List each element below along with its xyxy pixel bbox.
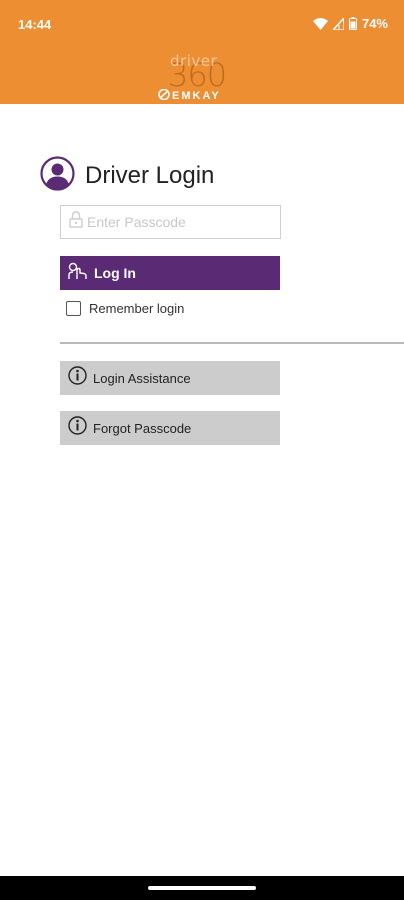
login-title-row: Driver Login bbox=[40, 156, 214, 196]
passcode-field[interactable] bbox=[60, 205, 281, 239]
remember-login-checkbox[interactable] bbox=[66, 301, 81, 316]
logo-driver: driver bbox=[170, 52, 218, 70]
battery-percent: 74% bbox=[361, 16, 388, 31]
status-time: 14:44 bbox=[18, 17, 52, 32]
driver360-logo: 360 driver EMKAY bbox=[150, 52, 254, 104]
remember-login-row[interactable]: Remember login bbox=[66, 301, 184, 316]
touch-login-icon bbox=[60, 262, 88, 285]
wifi-icon bbox=[312, 17, 328, 30]
page-title: Driver Login bbox=[85, 162, 215, 189]
lock-icon bbox=[61, 211, 83, 233]
login-button-label: Log In bbox=[94, 265, 136, 281]
battery-icon bbox=[348, 17, 357, 30]
logo-emkay-text: EMKAY bbox=[172, 90, 221, 102]
login-assistance-label: Login Assistance bbox=[93, 370, 191, 386]
status-icons: 74% bbox=[312, 16, 388, 31]
status-bar: 14:44 74% bbox=[0, 0, 404, 48]
info-icon bbox=[60, 416, 87, 440]
logo-emkay: EMKAY bbox=[158, 88, 221, 103]
info-icon bbox=[60, 366, 87, 390]
forgot-passcode-button[interactable]: Forgot Passcode bbox=[60, 411, 280, 445]
passcode-input[interactable] bbox=[87, 214, 267, 230]
remember-login-label[interactable]: Remember login bbox=[89, 301, 184, 316]
user-avatar-icon bbox=[40, 156, 75, 196]
home-gesture-handle[interactable] bbox=[148, 886, 256, 890]
login-assistance-button[interactable]: Login Assistance bbox=[60, 361, 280, 395]
login-button[interactable]: Log In bbox=[60, 256, 280, 290]
forgot-passcode-label: Forgot Passcode bbox=[93, 420, 192, 436]
system-nav-bar bbox=[0, 876, 404, 900]
signal-icon bbox=[332, 17, 344, 30]
section-divider bbox=[60, 342, 404, 344]
app-header: 14:44 74% 360 driver EMKAY bbox=[0, 0, 404, 104]
emkay-mark-icon bbox=[158, 88, 170, 103]
